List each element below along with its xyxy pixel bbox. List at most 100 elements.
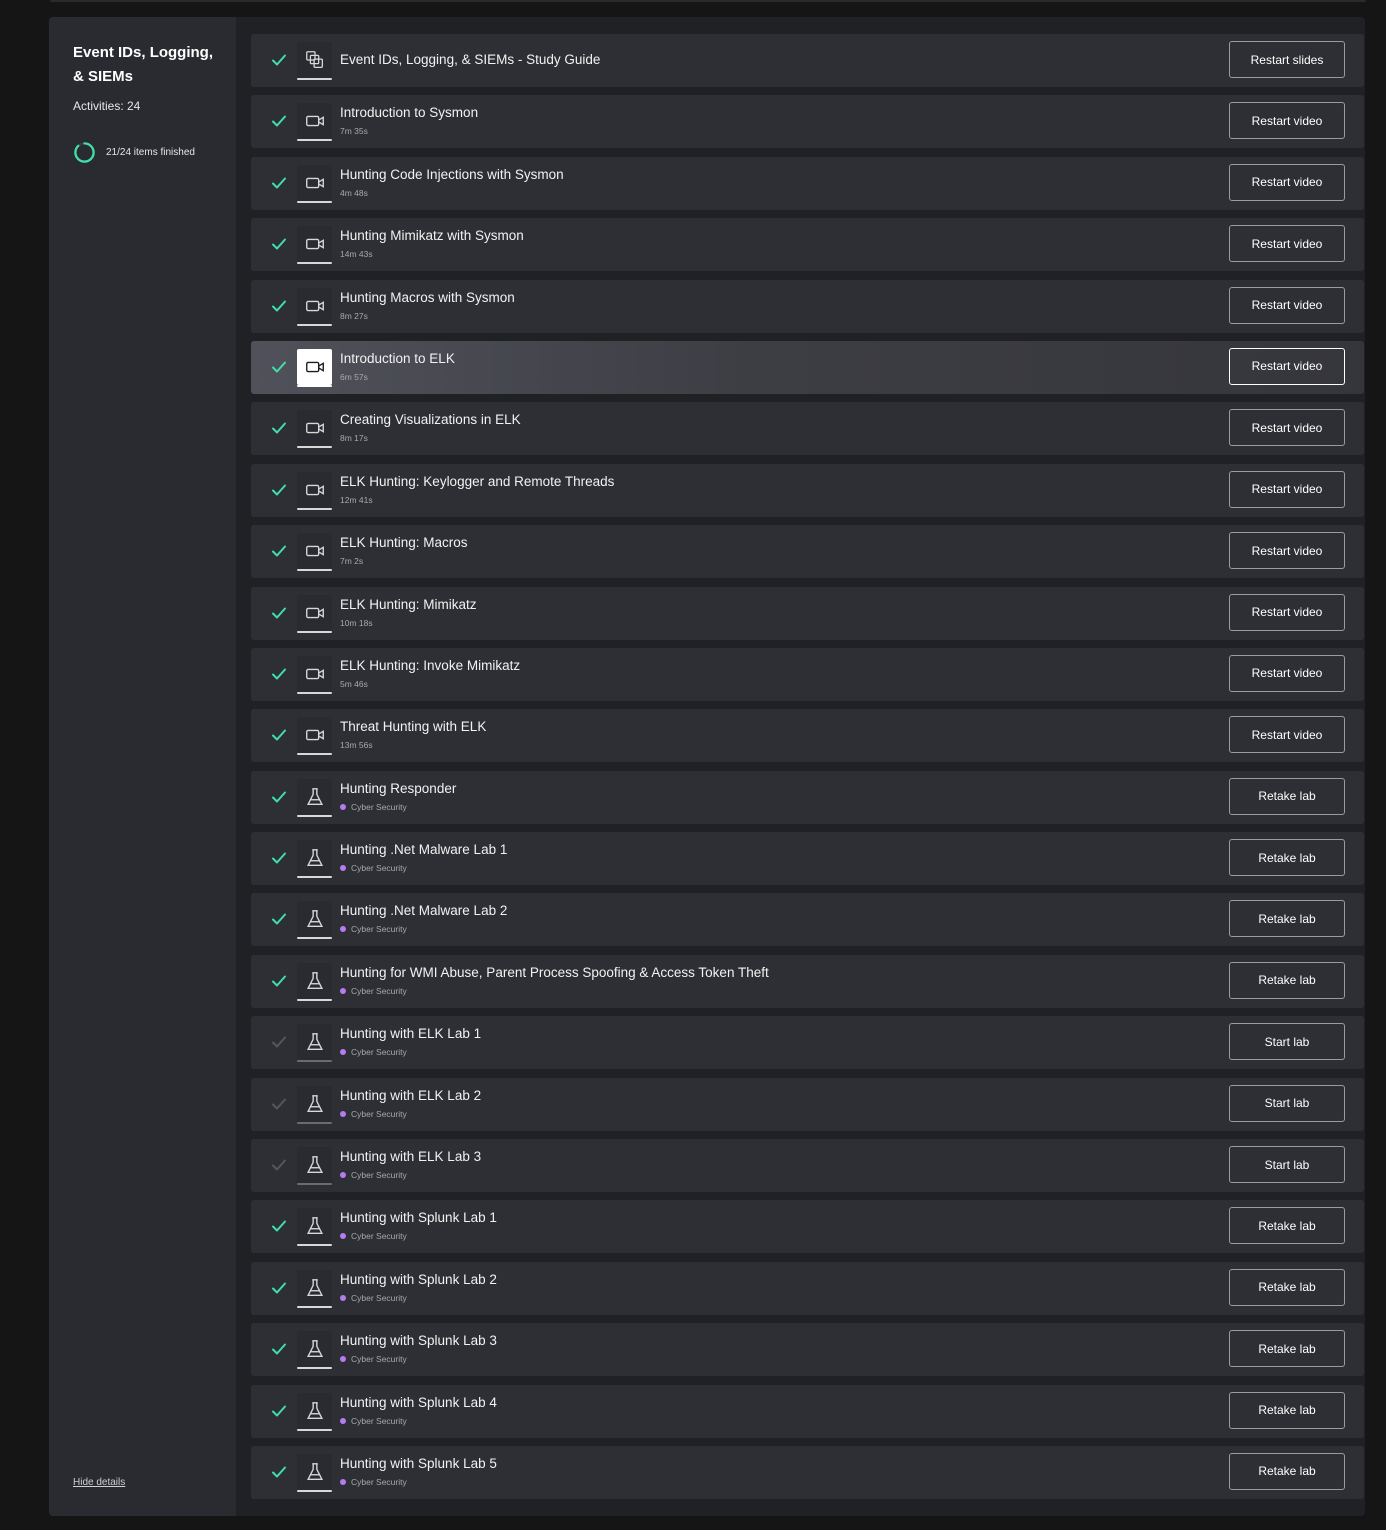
activity-action-button[interactable]: Restart video [1229, 102, 1345, 140]
activity-row[interactable]: Hunting with Splunk Lab 4 Cyber Security R… [251, 1384, 1364, 1438]
activity-action-button[interactable]: Retake lab [1229, 961, 1345, 999]
activity-title[interactable]: Introduction to Sysmon [340, 105, 478, 120]
activity-meta: 12m 41s [340, 494, 373, 505]
check-icon [272, 361, 286, 373]
activity-subtitle: 7m 35s [340, 126, 368, 136]
activity-row[interactable]: Hunting Code Injections with Sysmon 4m 48… [251, 156, 1364, 210]
activity-row[interactable]: ELK Hunting: Mimikatz 10m 18s Restart vide… [251, 586, 1364, 640]
activity-row[interactable]: Introduction to Sysmon 7m 35s Restart vide… [251, 95, 1364, 149]
video-camera-icon [297, 287, 332, 326]
activity-action-button[interactable]: Restart video [1229, 716, 1345, 754]
activity-title[interactable]: Hunting with Splunk Lab 1 [340, 1210, 497, 1225]
activity-action-button[interactable]: Start lab [1229, 1084, 1345, 1122]
activity-action-button[interactable]: Retake lab [1229, 1268, 1345, 1306]
activity-row[interactable]: Hunting .Net Malware Lab 1 Cyber Security… [251, 832, 1364, 886]
activity-row[interactable]: ELK Hunting: Keylogger and Remote Thread… [251, 463, 1364, 517]
activity-subtitle: 12m 41s [340, 495, 373, 505]
activity-action-button[interactable]: Restart video [1229, 409, 1345, 447]
check-icon [272, 1282, 286, 1294]
activity-action-button[interactable]: Restart video [1229, 225, 1345, 263]
activity-meta: Cyber Security [351, 1415, 407, 1426]
activity-title[interactable]: Introduction to ELK [340, 351, 455, 366]
activity-action-button[interactable]: Restart video [1229, 532, 1345, 570]
activity-row[interactable]: Hunting with Splunk Lab 3 Cyber Security R… [251, 1323, 1364, 1377]
activity-action-button[interactable]: Retake lab [1229, 839, 1345, 877]
activity-title[interactable]: Hunting Responder [340, 781, 456, 796]
activity-title[interactable]: Hunting with Splunk Lab 5 [340, 1456, 497, 1471]
activity-title[interactable]: Creating Visualizations in ELK [340, 412, 521, 427]
activity-title[interactable]: Hunting for WMI Abuse, Parent Process Sp… [340, 965, 769, 980]
activity-meta: Cyber Security [351, 1170, 407, 1181]
activity-row[interactable]: Event IDs, Logging, & SIEMs - Study Guid… [251, 34, 1364, 87]
hide-details-link[interactable]: Hide details [73, 1477, 125, 1488]
activity-row[interactable]: Hunting for WMI Abuse, Parent Process Sp… [251, 954, 1364, 1008]
section-title: Event IDs, Logging, & SIEMs [73, 44, 214, 85]
activity-action-button[interactable]: Restart video [1229, 347, 1345, 385]
activity-title[interactable]: Hunting with ELK Lab 1 [340, 1026, 481, 1041]
activity-action-button[interactable]: Retake lab [1229, 777, 1345, 815]
activity-row[interactable]: Hunting Mimikatz with Sysmon 14m 43s Resta… [251, 218, 1364, 272]
activity-title[interactable]: Hunting Code Injections with Sysmon [340, 167, 564, 182]
flask-icon [297, 1392, 332, 1431]
activity-title[interactable]: Hunting Macros with Sysmon [340, 290, 515, 305]
activity-title[interactable]: Hunting with Splunk Lab 2 [340, 1272, 497, 1287]
activity-row[interactable]: Creating Visualizations in ELK 8m 17s Rest… [251, 402, 1364, 456]
activity-row[interactable]: Hunting with Splunk Lab 2 Cyber Security R… [251, 1261, 1364, 1315]
activity-subtitle: Cyber Security [340, 1231, 407, 1241]
category-dot-icon [340, 1294, 346, 1301]
activity-title[interactable]: ELK Hunting: Macros [340, 535, 468, 550]
flask-icon [297, 1208, 332, 1247]
video-camera-icon [297, 717, 332, 756]
activity-row[interactable]: Threat Hunting with ELK 13m 56s Restart vi… [251, 709, 1364, 763]
check-icon [272, 913, 286, 925]
activity-action-button[interactable]: Restart video [1229, 593, 1345, 631]
flask-icon [297, 840, 332, 879]
activity-action-button[interactable]: Restart video [1229, 163, 1345, 201]
activity-row[interactable]: Hunting Macros with Sysmon 8m 27s Restart … [251, 279, 1364, 333]
activity-action-button[interactable]: Retake lab [1229, 900, 1345, 938]
progress-indicator: 21/24 items finished [73, 141, 195, 164]
activity-action-button[interactable]: Restart video [1229, 470, 1345, 508]
activity-row[interactable]: Hunting Responder Cyber Security Retake la… [251, 770, 1364, 824]
activity-action-button[interactable]: Restart video [1229, 654, 1345, 692]
activity-row[interactable]: Hunting with Splunk Lab 1 Cyber Security R… [251, 1200, 1364, 1254]
check-icon [272, 729, 286, 741]
activity-subtitle: Cyber Security [340, 1416, 407, 1426]
activity-row[interactable]: Hunting .Net Malware Lab 2 Cyber Security… [251, 893, 1364, 947]
activity-title[interactable]: Hunting .Net Malware Lab 1 [340, 842, 507, 857]
activity-title[interactable]: Hunting with Splunk Lab 3 [340, 1333, 497, 1348]
activity-row[interactable]: Introduction to ELK 6m 57s Restart video [251, 340, 1364, 394]
activity-action-button[interactable]: Retake lab [1229, 1330, 1345, 1368]
activity-action-button[interactable]: Restart video [1229, 286, 1345, 324]
activity-row[interactable]: Hunting with ELK Lab 1 Cyber Security Star… [251, 1016, 1364, 1070]
activity-action-button[interactable]: Retake lab [1229, 1207, 1345, 1245]
activity-action-button[interactable]: Retake lab [1229, 1391, 1345, 1429]
activity-title[interactable]: ELK Hunting: Invoke Mimikatz [340, 658, 520, 673]
activity-meta: Cyber Security [351, 801, 407, 812]
activity-row[interactable]: Hunting with Splunk Lab 5 Cyber Security R… [251, 1445, 1364, 1499]
check-icon [272, 238, 286, 250]
activity-title[interactable]: Hunting Mimikatz with Sysmon [340, 228, 524, 243]
activity-title[interactable]: Hunting with Splunk Lab 4 [340, 1395, 497, 1410]
flask-icon [297, 1024, 332, 1063]
category-dot-icon [340, 926, 346, 933]
category-dot-icon [340, 1478, 346, 1485]
activity-title[interactable]: Event IDs, Logging, & SIEMs - Study Guid… [340, 52, 600, 67]
activity-row[interactable]: Hunting with ELK Lab 2 Cyber Security Star… [251, 1077, 1364, 1131]
activity-title[interactable]: Hunting with ELK Lab 2 [340, 1088, 481, 1103]
activity-title[interactable]: Hunting .Net Malware Lab 2 [340, 903, 507, 918]
activity-action-button[interactable]: Restart slides [1229, 41, 1345, 78]
activity-action-button[interactable]: Retake lab [1229, 1452, 1345, 1490]
activity-meta: 6m 57s [340, 371, 368, 382]
activity-action-button[interactable]: Start lab [1229, 1146, 1345, 1184]
activity-title[interactable]: Hunting with ELK Lab 3 [340, 1149, 481, 1164]
activity-subtitle: Cyber Security [340, 1293, 407, 1303]
activity-row[interactable]: ELK Hunting: Invoke Mimikatz 5m 46s Restar… [251, 647, 1364, 701]
activity-title[interactable]: ELK Hunting: Mimikatz [340, 597, 477, 612]
activity-title[interactable]: Threat Hunting with ELK [340, 719, 486, 734]
activity-meta: Cyber Security [351, 1108, 407, 1119]
activity-title[interactable]: ELK Hunting: Keylogger and Remote Thread… [340, 474, 614, 489]
activity-row[interactable]: ELK Hunting: Macros 7m 2s Restart video [251, 525, 1364, 579]
activity-row[interactable]: Hunting with ELK Lab 3 Cyber Security Star… [251, 1139, 1364, 1193]
activity-action-button[interactable]: Start lab [1229, 1023, 1345, 1061]
